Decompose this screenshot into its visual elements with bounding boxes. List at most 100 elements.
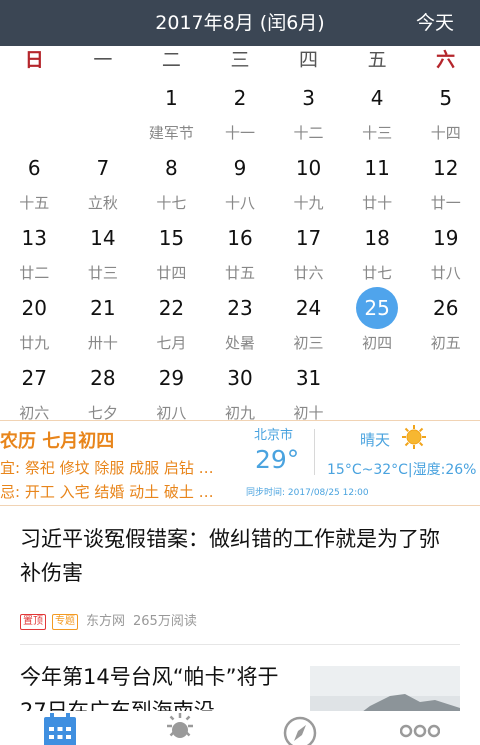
calendar-day[interactable]: 5 十四	[411, 76, 480, 146]
lunar-day: 廿四	[156, 264, 187, 282]
lunar-day: 廿六	[293, 264, 324, 282]
weather-sun-icon	[167, 713, 193, 738]
nav-calendar[interactable]	[0, 711, 120, 745]
weekday-sun: 日	[24, 49, 44, 71]
tag-pinned: 置顶	[20, 613, 46, 630]
today-button[interactable]: 今天	[416, 0, 454, 46]
lunar-day: 十三	[362, 124, 393, 142]
weather-range-humidity: 15°C~32°C|湿度:26%	[327, 462, 477, 478]
calendar-day[interactable]: 20 廿九	[0, 286, 69, 356]
lunar-day: 卅十	[87, 334, 118, 352]
more-dots-icon	[400, 724, 440, 738]
lunar-day: 廿九	[19, 334, 50, 352]
day-number: 20	[21, 296, 47, 320]
day-number: 24	[295, 296, 322, 320]
day-number: 22	[158, 296, 185, 320]
calendar-day[interactable]: 10 十九	[274, 146, 343, 216]
day-number: 11	[364, 156, 390, 180]
nav-discover[interactable]	[240, 711, 360, 745]
lunar-day: 十五	[19, 194, 50, 212]
calendar-day[interactable]: 24 初三	[274, 286, 343, 356]
calendar-day[interactable]: 9 十八	[206, 146, 275, 216]
news-meta: 置顶 专题 东方网 265万阅读	[20, 610, 197, 630]
calendar-day[interactable]: 22 七月	[137, 286, 206, 356]
weather-sync-time: 同步时间: 2017/08/25 12:00	[246, 488, 369, 498]
day-number: 14	[90, 226, 116, 250]
calendar-day[interactable]: 14 廿三	[69, 216, 138, 286]
calendar-day[interactable]: 1 建军节	[137, 76, 206, 146]
nav-more[interactable]	[360, 711, 480, 745]
day-number: 2	[233, 86, 247, 110]
day-number: 12	[432, 156, 459, 180]
compass-icon	[283, 716, 317, 745]
weather-condition: 晴天	[360, 431, 391, 449]
calendar-day[interactable]: 3 十二	[274, 76, 343, 146]
calendar-day[interactable]: 6 十五	[0, 146, 69, 216]
lunar-day: 初五	[430, 334, 461, 352]
calendar-day[interactable]: 7 立秋	[69, 146, 138, 216]
day-number: 16	[227, 226, 253, 250]
weekday-thu: 四	[299, 49, 319, 71]
month-title[interactable]: 2017年8月 (闰6月)	[0, 0, 480, 46]
lunar-day: 立秋	[87, 194, 118, 212]
weekday-tue: 二	[161, 49, 181, 71]
lunar-day: 七月	[156, 334, 187, 352]
lunar-day: 十四	[430, 124, 461, 142]
almanac-yi[interactable]: 宜: 祭祀 修坟 除服 成服 启钻 …	[0, 457, 214, 478]
day-number: 6	[27, 156, 41, 180]
calendar-day[interactable]: 19 廿八	[411, 216, 480, 286]
day-number: 5	[439, 86, 453, 110]
lunar-day: 初四	[362, 334, 393, 352]
news-headline[interactable]: 习近平谈冤假错案：做纠错的工作就是为了弥补伤害	[20, 522, 460, 590]
calendar-day[interactable]: 16 廿五	[206, 216, 275, 286]
calendar-day[interactable]: 27 初六	[0, 356, 69, 426]
day-number: 18	[364, 226, 390, 250]
calendar-day[interactable]: 21 卅十	[69, 286, 138, 356]
day-number: 27	[21, 366, 47, 390]
weekday-mon: 一	[93, 49, 113, 71]
day-number: 10	[295, 156, 322, 180]
calendar-day[interactable]: 18 廿七	[343, 216, 412, 286]
news-item[interactable]: 习近平谈冤假错案：做纠错的工作就是为了弥补伤害 置顶 专题 东方网 265万阅读	[20, 504, 460, 645]
day-number: 30	[227, 366, 253, 390]
info-bar: 农历 七月初四 宜: 祭祀 修坟 除服 成服 启钻 … 忌: 开工 入宅 结婚 …	[0, 420, 480, 506]
sun-icon	[402, 425, 426, 449]
nav-weather[interactable]	[120, 711, 240, 745]
lunar-day: 廿八	[430, 264, 461, 282]
calendar-day[interactable]: 28 七夕	[69, 356, 138, 426]
weekday-sat: 六	[436, 49, 456, 71]
calendar-day[interactable]: 15 廿四	[137, 216, 206, 286]
tag-topic: 专题	[52, 613, 78, 630]
bottom-nav	[0, 711, 480, 745]
calendar-day[interactable]: 31 初十	[274, 356, 343, 426]
calendar-day[interactable]: 4 十三	[343, 76, 412, 146]
day-number: 21	[90, 296, 116, 320]
news-reads: 265万阅读	[133, 614, 197, 629]
weather-divider	[314, 429, 315, 475]
lunar-date[interactable]: 农历 七月初四	[0, 427, 114, 453]
lunar-day: 廿三	[87, 264, 118, 282]
calendar-day[interactable]: 8 十七	[137, 146, 206, 216]
calendar-day[interactable]: 13 廿二	[0, 216, 69, 286]
calendar-day-selected[interactable]: 25 初四	[343, 286, 412, 356]
day-number: 15	[158, 226, 185, 250]
calendar-day[interactable]: 12 廿一	[411, 146, 480, 216]
lunar-day: 十八	[224, 194, 255, 212]
calendar-day[interactable]: 26 初五	[411, 286, 480, 356]
calendar-day[interactable]: 30 初九	[206, 356, 275, 426]
day-number: 7	[96, 156, 110, 180]
lunar-day: 建军节	[148, 124, 194, 142]
day-number: 9	[233, 156, 247, 180]
calendar-day[interactable]: 23 处暑	[206, 286, 275, 356]
day-number: 28	[90, 366, 116, 390]
calendar-day[interactable]: 11 廿十	[343, 146, 412, 216]
lunar-day: 初三	[293, 334, 324, 352]
calendar-day[interactable]: 17 廿六	[274, 216, 343, 286]
calendar-day[interactable]: 29 初八	[137, 356, 206, 426]
day-number: 25	[356, 287, 399, 329]
calendar-day[interactable]: 2 十一	[206, 76, 275, 146]
day-number: 1	[165, 86, 178, 110]
weather-city[interactable]: 北京市	[254, 424, 293, 443]
calendar-icon	[44, 713, 76, 745]
almanac-ji[interactable]: 忌: 开工 入宅 结婚 动土 破土 …	[0, 481, 214, 502]
